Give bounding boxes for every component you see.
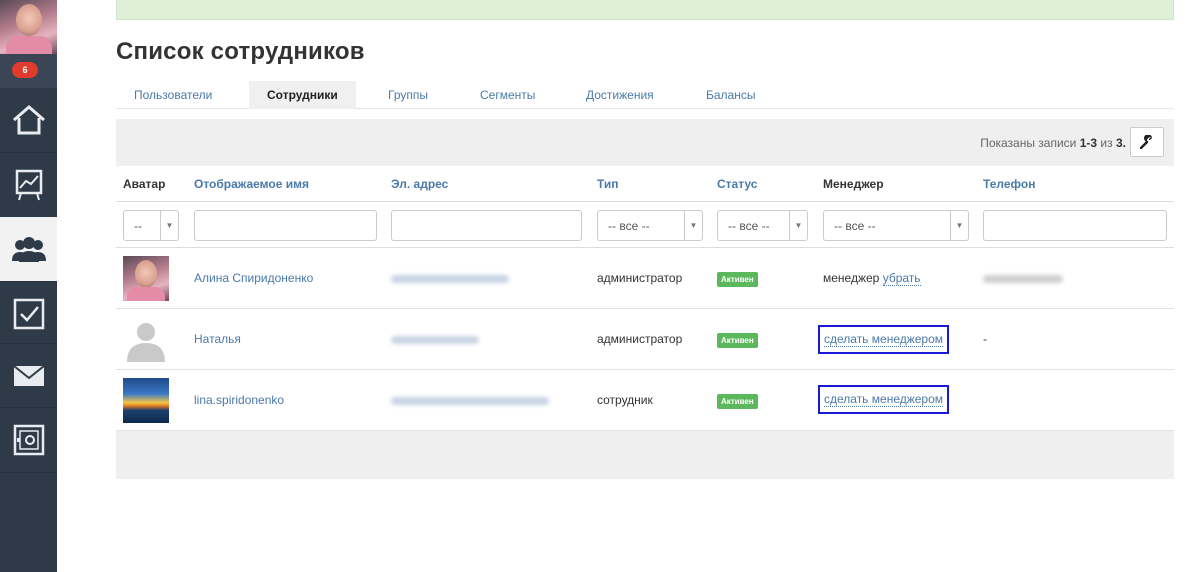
- name-filter-input[interactable]: [194, 210, 377, 241]
- tab-segments[interactable]: Сегменты: [462, 81, 553, 109]
- table-toolbar: Показаны записи 1-3 из 3.: [116, 119, 1174, 166]
- type-filter[interactable]: -- все -- ▼: [597, 210, 703, 241]
- table-row: Алина Спиридоненко администратор Активен…: [116, 248, 1174, 309]
- sidebar-item-tasks[interactable]: [0, 282, 57, 346]
- avatar: [123, 378, 169, 423]
- make-manager-highlight: сделать менеджером: [818, 325, 950, 354]
- chart-icon: [15, 169, 42, 201]
- sidebar-item-home[interactable]: [0, 88, 57, 152]
- status-filter[interactable]: -- все -- ▼: [717, 210, 808, 241]
- employee-type: администратор: [597, 332, 683, 346]
- manager-filter[interactable]: -- все -- ▼: [823, 210, 969, 241]
- col-manager: Менеджер: [823, 177, 884, 191]
- col-type[interactable]: Тип: [597, 177, 619, 191]
- employee-name[interactable]: lina.spiridonenko: [194, 393, 284, 407]
- employee-name[interactable]: Алина Спиридоненко: [194, 271, 313, 285]
- email-redacted: [391, 397, 549, 405]
- table-footer: [116, 431, 1174, 479]
- user-silhouette-icon: [127, 323, 165, 362]
- mail-icon: [12, 365, 45, 386]
- sidebar-item-settings[interactable]: [0, 408, 57, 472]
- make-manager-highlight: сделать менеджером: [818, 385, 950, 414]
- email-filter-input[interactable]: [391, 210, 582, 241]
- tab-users[interactable]: Пользователи: [116, 81, 230, 109]
- remove-manager-link[interactable]: убрать: [882, 271, 921, 286]
- sidebar-item-analytics[interactable]: [0, 153, 57, 217]
- phone-filter-input[interactable]: [983, 210, 1167, 241]
- records-summary: Показаны записи 1-3 из 3.: [980, 136, 1126, 150]
- status-badge: Активен: [717, 333, 758, 348]
- tabs: Пользователи Сотрудники Группы Сегменты …: [116, 81, 1174, 109]
- filter-row: -- ▼ -- все -- ▼ -- все -- ▼ -- все -- ▼: [116, 202, 1174, 248]
- col-status[interactable]: Статус: [717, 177, 757, 191]
- users-icon: [11, 237, 46, 262]
- chevron-down-icon: ▼: [684, 211, 702, 240]
- tab-achievements[interactable]: Достижения: [568, 81, 672, 109]
- col-phone[interactable]: Телефон: [983, 177, 1035, 191]
- table-row: lina.spiridonenko сотрудник Активен сдел…: [116, 370, 1174, 431]
- col-name[interactable]: Отображаемое имя: [194, 177, 309, 191]
- tab-balances[interactable]: Балансы: [688, 81, 773, 109]
- chevron-down-icon: ▼: [950, 211, 968, 240]
- checkbox-icon: [13, 298, 44, 330]
- make-manager-link[interactable]: сделать менеджером: [824, 392, 944, 407]
- sidebar: 6: [0, 0, 57, 572]
- safe-icon: [13, 424, 44, 456]
- make-manager-link[interactable]: сделать менеджером: [824, 332, 944, 347]
- notifications[interactable]: 6: [0, 54, 57, 88]
- success-alert: [116, 0, 1174, 20]
- avatar-filter[interactable]: -- ▼: [123, 210, 179, 241]
- phone-redacted: [983, 275, 1063, 283]
- tab-groups[interactable]: Группы: [370, 81, 446, 109]
- status-badge: Активен: [717, 394, 758, 409]
- email-redacted: [391, 275, 509, 283]
- employee-phone: -: [983, 332, 987, 346]
- employee-type: сотрудник: [597, 393, 653, 407]
- notification-badge: 6: [12, 62, 38, 78]
- col-email[interactable]: Эл. адрес: [391, 177, 448, 191]
- wrench-icon: [1140, 135, 1152, 149]
- col-avatar: Аватар: [123, 177, 166, 191]
- avatar-placeholder: [123, 317, 169, 362]
- user-avatar[interactable]: [0, 0, 57, 54]
- status-badge: Активен: [717, 272, 758, 287]
- chevron-down-icon: ▼: [160, 211, 178, 240]
- employee-name[interactable]: Наталья: [194, 332, 241, 346]
- table-header: Аватар Отображаемое имя Эл. адрес Тип Ст…: [116, 166, 1174, 202]
- tab-employees[interactable]: Сотрудники: [249, 81, 356, 109]
- home-icon: [12, 105, 45, 135]
- manager-cell: менеджер убрать: [823, 271, 921, 286]
- sidebar-item-users[interactable]: [0, 217, 57, 281]
- sidebar-item-mail[interactable]: [0, 344, 57, 408]
- avatar: [123, 256, 169, 301]
- email-redacted: [391, 336, 479, 344]
- table-settings-button[interactable]: [1130, 127, 1164, 157]
- table-row: Наталья администратор Активен сделать ме…: [116, 309, 1174, 370]
- page-title: Список сотрудников: [116, 38, 365, 65]
- employee-type: администратор: [597, 271, 683, 285]
- chevron-down-icon: ▼: [789, 211, 807, 240]
